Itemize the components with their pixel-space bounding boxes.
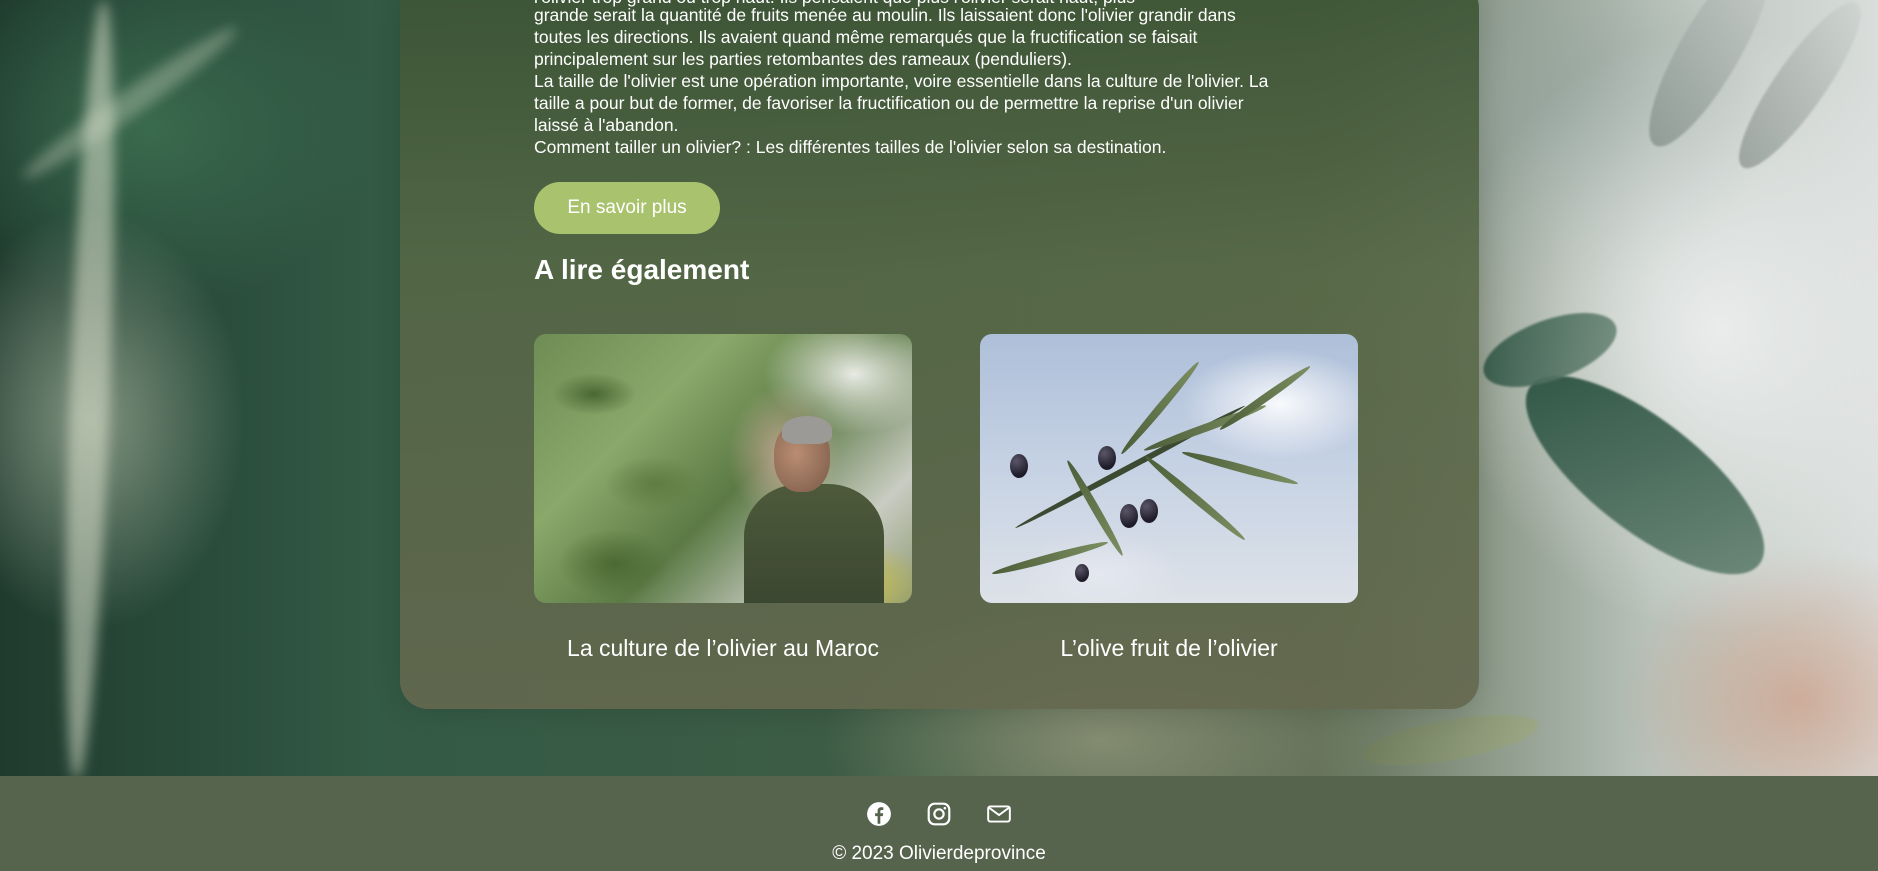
instagram-icon[interactable]: [926, 801, 952, 827]
olive: [1098, 446, 1116, 470]
learn-more-button[interactable]: En savoir plus: [534, 182, 720, 234]
blurred-branch: [16, 17, 244, 189]
related-article-title[interactable]: L’olive fruit de l’olivier: [980, 635, 1358, 662]
leaf: [1357, 704, 1543, 776]
article-intro: l'olivier trop grand ou trop haut. Ils p…: [534, 0, 1334, 158]
intro-line: La taille de l'olivier est une opération…: [534, 71, 1269, 91]
foliage: [534, 334, 754, 603]
intro-line: principalement sur les parties retombant…: [534, 49, 1072, 69]
olive-farmer-photo[interactable]: [534, 334, 912, 603]
related-articles-title: A lire également: [534, 254, 750, 285]
footer: © 2023 Olivierdeprovince: [0, 776, 1878, 871]
intro-line: toutes les directions. Ils avaient quand…: [534, 27, 1198, 47]
intro-line: l'olivier trop grand ou trop haut. Ils p…: [534, 0, 1135, 8]
related-article-card[interactable]: L’olive fruit de l’olivier: [980, 334, 1358, 662]
leaf: [1217, 363, 1313, 433]
olive: [1010, 454, 1028, 478]
intro-line: taille a pour but de former, de favorise…: [534, 93, 1244, 113]
olive: [1120, 504, 1138, 528]
related-article-card[interactable]: La culture de l’olivier au Maroc: [534, 334, 912, 662]
facebook-icon[interactable]: [866, 801, 892, 827]
farmer-hair: [782, 416, 832, 444]
leaf: [991, 538, 1109, 578]
leaf: [1181, 448, 1299, 488]
olive: [1075, 564, 1089, 582]
copyright-text: © 2023 Olivierdeprovince: [832, 843, 1046, 864]
farmer-body: [744, 484, 884, 603]
mail-icon[interactable]: [986, 801, 1012, 827]
related-article-title[interactable]: La culture de l’olivier au Maroc: [534, 635, 912, 662]
olive: [1140, 499, 1158, 523]
olive-branch-photo[interactable]: [980, 334, 1358, 603]
social-links: [0, 801, 1878, 827]
intro-line: laissé à l'abandon.: [534, 115, 679, 135]
intro-line: Comment tailler un olivier? : Les différ…: [534, 137, 1167, 157]
